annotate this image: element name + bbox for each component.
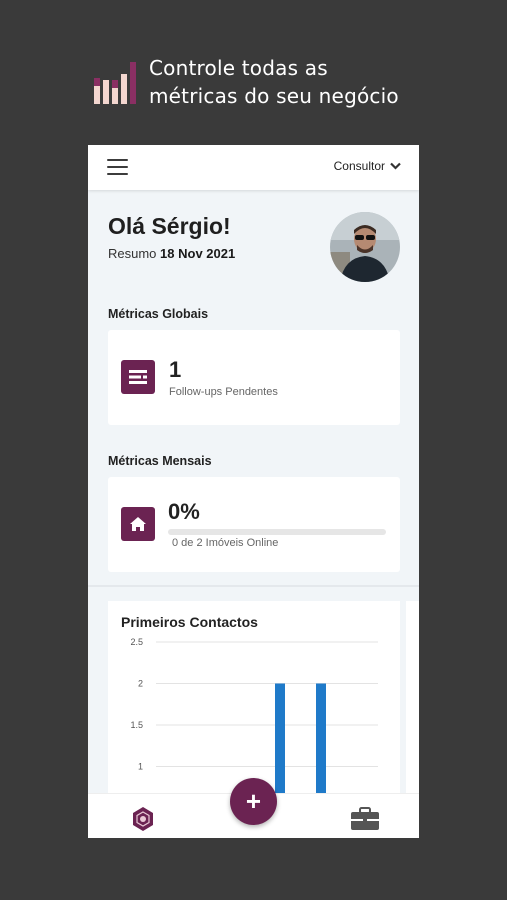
role-dropdown[interactable]: Consultor bbox=[334, 159, 401, 173]
global-metric-label: Follow-ups Pendentes bbox=[169, 386, 278, 398]
avatar[interactable] bbox=[330, 212, 400, 282]
role-label: Consultor bbox=[333, 159, 385, 173]
monthly-metric-value: 0% bbox=[168, 499, 200, 524]
global-metrics-title: Métricas Globais bbox=[108, 307, 209, 321]
greeting-title: Olá Sérgio! bbox=[108, 213, 231, 239]
progress-bar bbox=[168, 529, 386, 535]
y-tick-label: 1.5 bbox=[130, 720, 143, 730]
monthly-metrics-title: Métricas Mensais bbox=[108, 454, 212, 468]
divider bbox=[88, 585, 419, 587]
add-button[interactable]: + bbox=[230, 778, 277, 825]
promo-line-2: métricas do seu negócio bbox=[149, 84, 399, 108]
chevron-down-icon bbox=[390, 162, 401, 170]
y-tick-label: 1 bbox=[138, 762, 143, 772]
app-logo-icon[interactable] bbox=[130, 806, 156, 832]
hamburger-icon[interactable] bbox=[107, 158, 129, 176]
global-metric-card[interactable]: 1 Follow-ups Pendentes bbox=[108, 330, 400, 425]
avatar-photo bbox=[330, 212, 400, 282]
summary-line: Resumo 18 Nov 2021 bbox=[108, 246, 235, 261]
phone-screen: Consultor Olá Sérgio! Resumo 18 Nov 2021… bbox=[88, 145, 419, 838]
y-tick-label: 2 bbox=[138, 679, 143, 689]
list-icon bbox=[121, 360, 155, 394]
briefcase-icon[interactable] bbox=[350, 807, 380, 831]
plus-icon: + bbox=[245, 786, 262, 816]
bar-chart-logo-icon bbox=[94, 62, 136, 104]
app-header: Consultor bbox=[88, 145, 419, 190]
promo-text: Controle todas as métricas do seu negóci… bbox=[149, 54, 449, 110]
promo-line-1: Controle todas as bbox=[149, 56, 328, 80]
monthly-metric-label: 0 de 2 Imóveis Online bbox=[172, 537, 279, 549]
y-tick-label: 2.5 bbox=[130, 637, 143, 647]
home-icon bbox=[121, 507, 155, 541]
monthly-metric-card[interactable]: 0% 0 de 2 Imóveis Online bbox=[108, 477, 400, 572]
summary-prefix: Resumo bbox=[108, 246, 157, 261]
global-metric-value: 1 bbox=[169, 357, 182, 382]
summary-date: 18 Nov 2021 bbox=[160, 246, 236, 261]
